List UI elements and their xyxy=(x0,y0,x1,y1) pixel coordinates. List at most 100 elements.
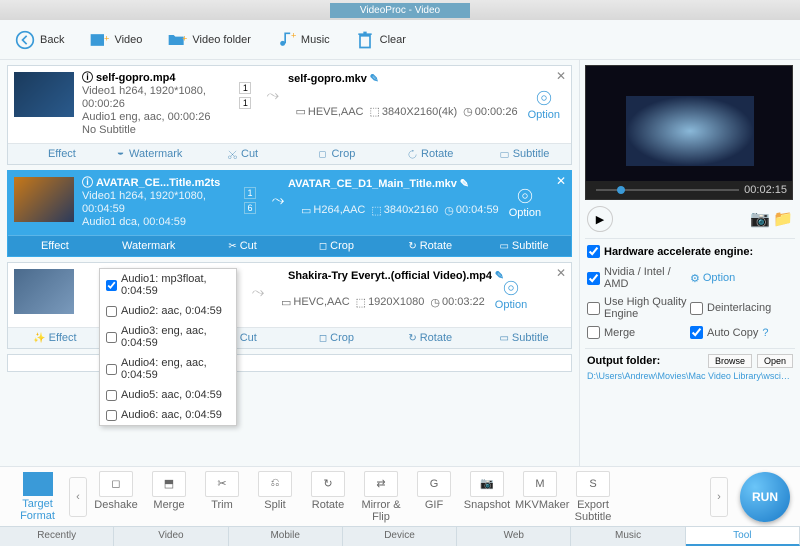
resolution-chip: ⬚ 1920X1080 xyxy=(356,296,425,309)
close-icon[interactable]: ✕ xyxy=(556,69,566,83)
watermark-button[interactable]: Watermark xyxy=(102,144,196,164)
codec-chip: ▭ HEVE,AAC xyxy=(295,105,363,118)
target-format[interactable]: Target Format xyxy=(10,472,65,522)
crop-button[interactable]: ◻Crop xyxy=(289,328,383,348)
add-music-button[interactable]: +Music xyxy=(276,30,330,50)
audio-track-dropdown[interactable]: Audio1: mp3float, 0:04:59 Audio2: aac, 0… xyxy=(99,268,237,426)
deinterlace-checkbox[interactable] xyxy=(690,302,703,315)
camera-icon[interactable]: 📷 xyxy=(750,211,770,228)
audio-option[interactable]: Audio2: aac, 0:04:59 xyxy=(100,301,236,321)
tool-snapshot[interactable]: 📷Snapshot xyxy=(462,471,512,523)
folder-icon[interactable]: 📁 xyxy=(773,211,793,228)
video-card-selected[interactable]: ✕ ⓘAVATAR_CE...Title.m2ts Video1 h264, 1… xyxy=(7,170,572,257)
preview-player[interactable]: 00:02:15 xyxy=(585,65,793,200)
subtitle-button[interactable]: ▭Subtitle xyxy=(477,328,571,348)
add-folder-button[interactable]: +Video folder xyxy=(167,30,251,50)
video-card[interactable]: ✕ ⓘself-gopro.mp4 Video1 h264, 1920*1080… xyxy=(7,65,572,165)
audio-option[interactable]: Audio6: aac, 0:04:59 xyxy=(100,405,236,425)
tab-mobile[interactable]: Mobile xyxy=(229,527,343,546)
stepper[interactable]: 6 xyxy=(244,202,256,214)
category-tabs: Recently Video Mobile Device Web Music T… xyxy=(0,526,800,546)
rotate-button[interactable]: ↻Rotate xyxy=(383,328,477,348)
cut-button[interactable]: Cut xyxy=(196,144,290,164)
output-filename: self-gopro.mkv xyxy=(288,73,367,85)
svg-text:+: + xyxy=(182,33,187,43)
add-video-button[interactable]: +Video xyxy=(89,30,142,50)
tab-video[interactable]: Video xyxy=(114,527,228,546)
thumbnail xyxy=(14,72,74,117)
open-button[interactable]: Open xyxy=(757,354,793,368)
tool-deshake[interactable]: ◻Deshake xyxy=(91,471,141,523)
back-button[interactable]: Back xyxy=(15,30,64,50)
clear-button[interactable]: Clear xyxy=(355,30,406,50)
edit-icon[interactable]: ✎ xyxy=(370,73,379,85)
hq-checkbox[interactable] xyxy=(587,302,600,315)
close-icon[interactable]: ✕ xyxy=(556,266,566,280)
stepper[interactable]: 1 xyxy=(239,97,251,109)
help-icon[interactable]: ? xyxy=(762,327,768,339)
next-button[interactable]: › xyxy=(710,477,728,517)
info-icon: ⓘ xyxy=(82,177,93,190)
video-card[interactable] xyxy=(7,354,572,372)
tool-trim[interactable]: ✂Trim xyxy=(197,471,247,523)
resolution-chip: ⬚ 3840X2160(4k) xyxy=(370,105,458,118)
hae-option-button[interactable]: ⚙ Option xyxy=(690,266,793,290)
option-button[interactable]: Option xyxy=(495,279,527,311)
output-path[interactable]: D:\Users\Andrew\Movies\Mac Video Library… xyxy=(587,371,793,381)
subtitle-button[interactable]: Subtitle xyxy=(477,144,571,164)
run-button[interactable]: RUN xyxy=(740,472,790,522)
seek-slider[interactable] xyxy=(596,189,739,191)
edit-icon[interactable]: ✎ xyxy=(460,178,469,190)
gpu-checkbox[interactable] xyxy=(587,272,600,285)
tab-device[interactable]: Device xyxy=(343,527,457,546)
option-button[interactable]: Option xyxy=(509,187,541,219)
video-card[interactable]: ✕ 119 ⤳ Shakira-Try Everyt..(official Vi… xyxy=(7,262,572,349)
audio-track[interactable]: Audio1 dca, 00:04:59 xyxy=(82,216,232,229)
autocopy-checkbox[interactable] xyxy=(690,326,703,339)
tool-export-subtitle[interactable]: SExport Subtitle xyxy=(568,471,618,523)
effect-button[interactable]: ✨Effect xyxy=(8,328,102,348)
merge-checkbox[interactable] xyxy=(587,326,600,339)
effect-button[interactable]: Effect xyxy=(8,144,102,164)
audio-option[interactable]: Audio3: eng, aac, 0:04:59 xyxy=(100,321,236,353)
tool-gif[interactable]: GGIF xyxy=(409,471,459,523)
tool-mirror[interactable]: ⇄Mirror & Flip xyxy=(356,471,406,523)
rotate-button[interactable]: ↻ Rotate xyxy=(383,236,477,256)
duration-chip: ◷ 00:03:22 xyxy=(430,296,484,309)
tab-tool[interactable]: Tool xyxy=(686,527,800,546)
tool-rotate[interactable]: ↻Rotate xyxy=(303,471,353,523)
stepper[interactable]: 1 xyxy=(239,82,251,94)
audio-option[interactable]: Audio4: eng, aac, 0:04:59 xyxy=(100,353,236,385)
thumbnail xyxy=(14,269,74,314)
close-icon[interactable]: ✕ xyxy=(556,174,566,188)
tab-recently[interactable]: Recently xyxy=(0,527,114,546)
option-button[interactable]: Option xyxy=(528,89,560,121)
tab-music[interactable]: Music xyxy=(571,527,685,546)
crop-button[interactable]: Crop xyxy=(289,144,383,164)
browse-button[interactable]: Browse xyxy=(708,354,752,368)
tool-mkvmaker[interactable]: MMKVMaker xyxy=(515,471,565,523)
effect-button[interactable]: Effect xyxy=(8,236,102,256)
play-button[interactable]: ▶ xyxy=(587,206,613,232)
watermark-button[interactable]: Watermark xyxy=(102,236,196,256)
crop-button[interactable]: ◻ Crop xyxy=(289,236,383,256)
subtitle-button[interactable]: ▭ Subtitle xyxy=(477,236,571,256)
hae-checkbox[interactable] xyxy=(587,245,600,258)
edit-icon[interactable]: ✎ xyxy=(495,270,504,282)
top-menu: Back +Video +Video folder +Music Clear xyxy=(0,20,800,60)
titlebar: VideoProc - Video xyxy=(0,0,800,20)
cut-button[interactable]: ✂ Cut xyxy=(196,236,290,256)
tool-split[interactable]: ⎌Split xyxy=(250,471,300,523)
stepper[interactable]: 1 xyxy=(244,187,256,199)
arrow-icon: ⤳ xyxy=(268,177,288,229)
tab-web[interactable]: Web xyxy=(457,527,571,546)
audio-option[interactable]: Audio1: mp3float, 0:04:59 xyxy=(100,269,236,301)
codec-chip: ▭ H264,AAC xyxy=(301,204,365,217)
audio-option[interactable]: Audio5: aac, 0:04:59 xyxy=(100,385,236,405)
prev-button[interactable]: ‹ xyxy=(69,477,87,517)
time-label: 00:02:15 xyxy=(744,184,787,196)
hae-title: Hardware accelerate engine: xyxy=(604,246,753,258)
tool-merge[interactable]: ⬒Merge xyxy=(144,471,194,523)
arrow-icon: ⤳ xyxy=(263,72,282,137)
rotate-button[interactable]: Rotate xyxy=(383,144,477,164)
